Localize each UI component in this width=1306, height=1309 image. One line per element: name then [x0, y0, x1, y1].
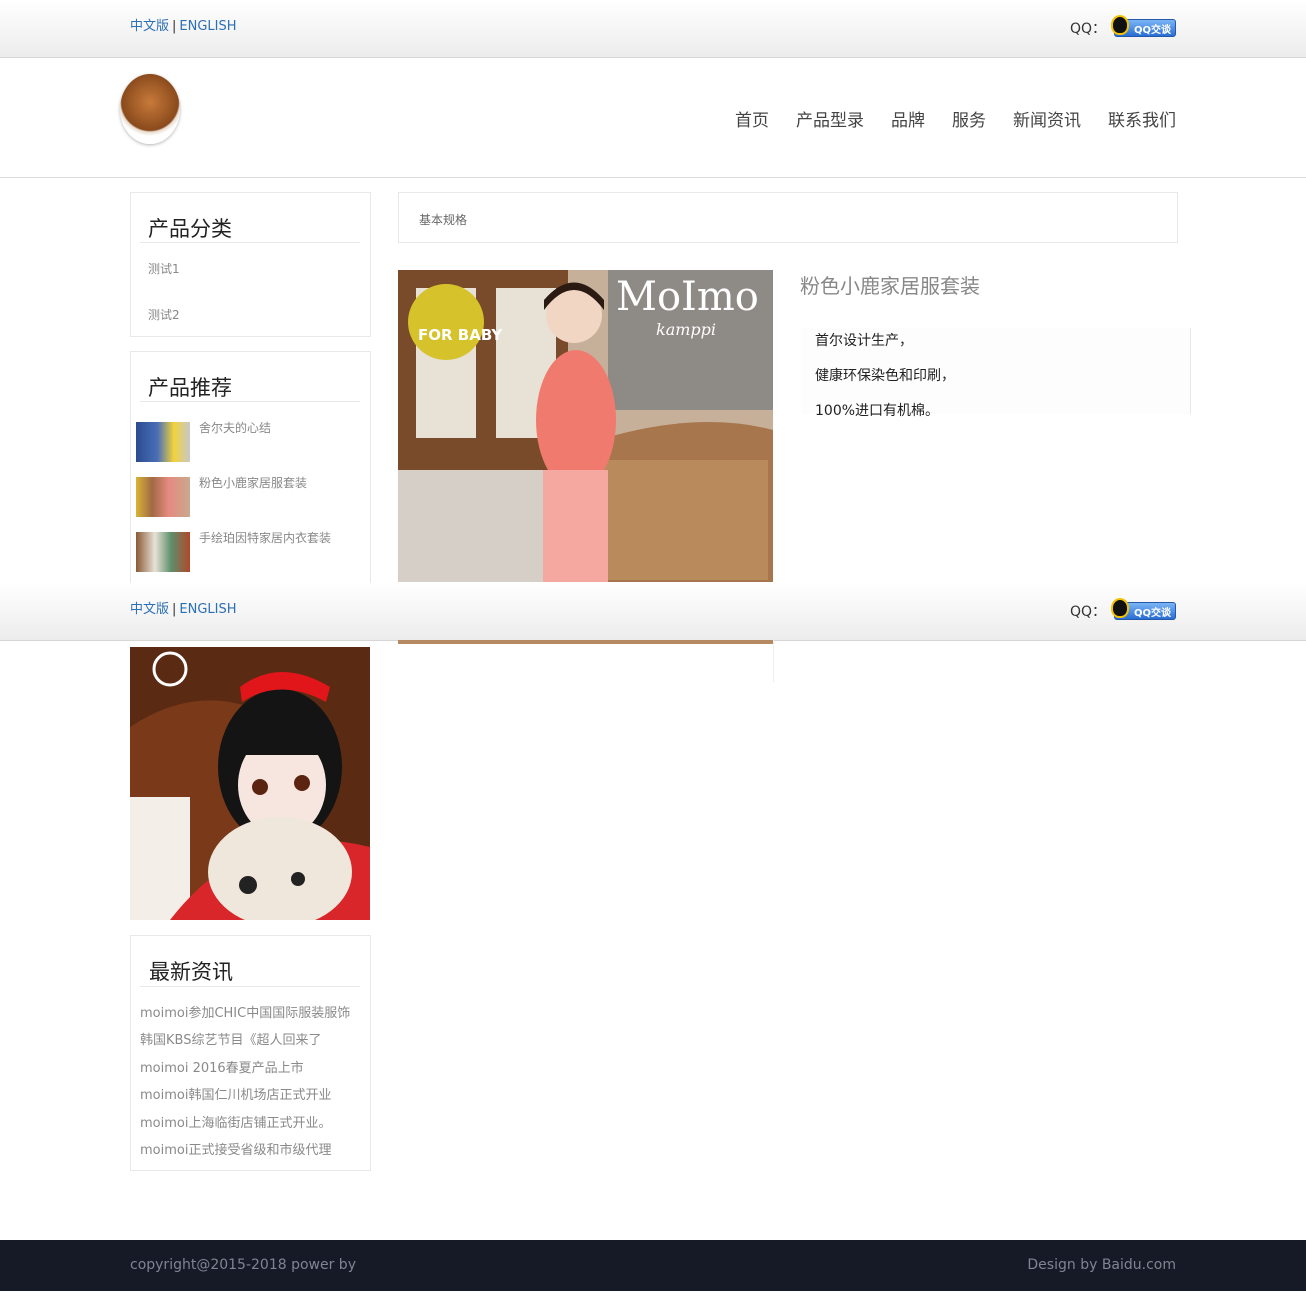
description-line: 首尔设计生产，	[815, 333, 913, 349]
qq-contact: QQ： QQ交谈	[1069, 15, 1176, 38]
category-item[interactable]: 测试1	[148, 260, 180, 277]
nav-item-service[interactable]: 服务	[952, 106, 986, 131]
nav-item-brand[interactable]: 品牌	[891, 106, 925, 131]
recommend-item[interactable]: 舍尔夫的心结	[199, 419, 271, 436]
nav-item-contact[interactable]: 联系我们	[1108, 106, 1176, 131]
news-panel-title: 最新资讯	[149, 960, 233, 984]
qq-label: QQ：	[1069, 604, 1106, 620]
image-brand-text: MoImo	[616, 274, 759, 320]
girl-with-bear-illustration	[130, 647, 370, 920]
qq-chat-button-label: QQ交谈	[1133, 607, 1171, 619]
sticky-qq-contact: QQ： QQ交谈	[1069, 598, 1176, 621]
qq-chat-button[interactable]: QQ交谈	[1111, 598, 1176, 620]
product-title: 粉色小鹿家居服套装	[800, 274, 980, 298]
recommend-divider	[140, 401, 360, 402]
lang-chinese-link[interactable]: 中文版	[130, 19, 169, 34]
category-panel-title: 产品分类	[148, 217, 232, 241]
lang-separator: |	[172, 19, 177, 34]
recommend-thumbnail[interactable]	[136, 532, 190, 572]
main-nav: 首页 产品型录 品牌 服务 新闻资讯 联系我们	[735, 106, 1176, 131]
breadcrumb: 基本规格	[398, 192, 1178, 243]
category-divider	[140, 242, 360, 243]
lang-chinese-link[interactable]: 中文版	[130, 602, 169, 617]
content-divider	[773, 640, 774, 682]
site-footer: copyright@2015-2018 power by Design by B…	[0, 1240, 1306, 1291]
news-item[interactable]: moimoi 2016春夏产品上市	[140, 1057, 304, 1076]
product-image: FOR BABY MoImo kamppi	[398, 270, 773, 582]
news-item[interactable]: moimoi韩国仁川机场店正式开业	[140, 1084, 331, 1103]
footer-design-credit[interactable]: Design by Baidu.com	[1027, 1257, 1176, 1273]
nav-item-news[interactable]: 新闻资讯	[1013, 106, 1081, 131]
description-line: 100%进口有机棉。	[815, 403, 940, 419]
qq-penguin-icon	[1111, 598, 1129, 618]
product-description: 首尔设计生产， 健康环保染色和印刷， 100%进口有机棉。	[801, 328, 1191, 419]
qq-penguin-icon	[1111, 15, 1129, 35]
news-item[interactable]: moimoi参加CHIC中国国际服装服饰	[140, 1002, 350, 1021]
nav-item-catalog[interactable]: 产品型录	[796, 106, 864, 131]
sticky-language-switcher: 中文版 | ENGLISH	[130, 598, 237, 617]
product-image-edge	[398, 640, 773, 644]
news-item[interactable]: 韩国KBS综艺节目《超人回来了	[140, 1029, 321, 1048]
lang-english-link[interactable]: ENGLISH	[179, 602, 236, 617]
description-line: 健康环保染色和印刷，	[815, 368, 955, 384]
qq-chat-button[interactable]: QQ交谈	[1111, 15, 1176, 37]
language-switcher: 中文版 | ENGLISH	[130, 15, 237, 34]
qq-chat-button-label: QQ交谈	[1133, 24, 1171, 36]
news-item[interactable]: moimoi上海临街店铺正式开业。	[140, 1112, 331, 1131]
news-divider	[140, 986, 360, 987]
bear-logo-icon[interactable]	[120, 74, 180, 144]
nav-item-home[interactable]: 首页	[735, 106, 769, 131]
recommend-thumbnail[interactable]	[136, 477, 190, 517]
lang-english-link[interactable]: ENGLISH	[179, 19, 236, 34]
recommend-item[interactable]: 手绘珀因特家居内衣套装	[199, 529, 331, 546]
image-script-text: kamppi	[656, 320, 717, 339]
recommend-item[interactable]: 粉色小鹿家居服套装	[199, 474, 307, 491]
recommend-panel-title: 产品推荐	[148, 376, 232, 400]
breadcrumb-label: 基本规格	[419, 213, 468, 227]
recommend-thumbnail[interactable]	[136, 422, 190, 462]
sidebar-banner-image[interactable]	[130, 647, 370, 920]
image-badge-text: FOR BABY	[418, 326, 503, 344]
qq-label: QQ：	[1069, 21, 1106, 37]
footer-copyright: copyright@2015-2018 power by	[130, 1257, 356, 1273]
news-item[interactable]: moimoi正式接受省级和市级代理	[140, 1139, 331, 1158]
category-item[interactable]: 测试2	[148, 306, 180, 323]
lang-separator: |	[172, 602, 177, 617]
